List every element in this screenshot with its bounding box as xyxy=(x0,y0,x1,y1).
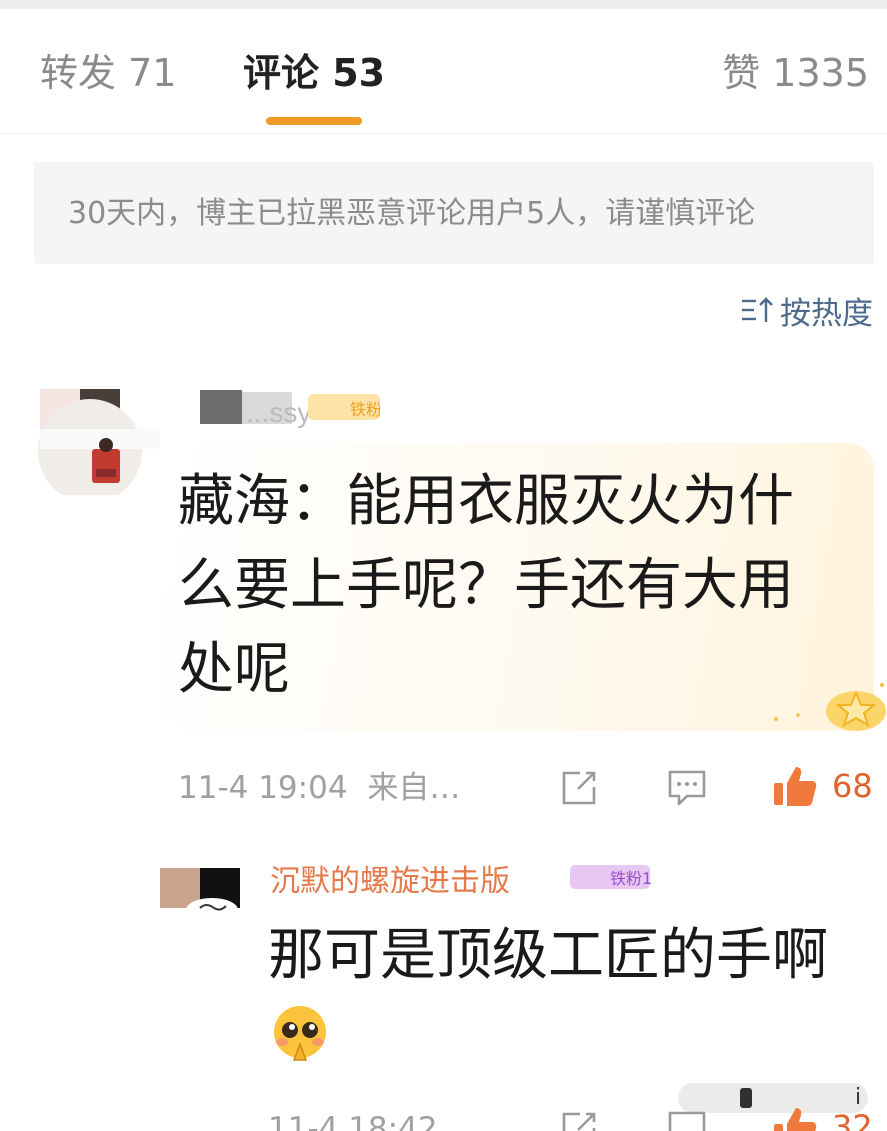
blurred-username: ...ssy 铁粉2 xyxy=(200,390,392,428)
reply-avatar-image xyxy=(160,868,240,922)
svg-text:铁粉1: 铁粉1 xyxy=(610,869,652,888)
reply-username[interactable]: 沉默的螺旋进击版 铁粉1 xyxy=(270,861,660,893)
tab-likes[interactable]: 赞 1335 xyxy=(722,49,869,97)
blurred-reply-username: 沉默的螺旋进击版 铁粉1 xyxy=(270,864,652,893)
reply-thumbs-up-icon xyxy=(774,1108,817,1131)
reply-comment-button-icon[interactable] xyxy=(667,1110,707,1131)
pleading-face-emoji-icon xyxy=(274,1006,326,1061)
notice-text: 30天内，博主已拉黑恶意评论用户5人，请谨慎评论 xyxy=(68,196,756,231)
svg-text:沉默的螺旋进击版: 沉默的螺旋进击版 xyxy=(270,864,510,893)
reply-text-content: 那可是顶级工匠的手啊 xyxy=(268,923,828,988)
avatar-image xyxy=(38,389,160,495)
svg-text:...ssy: ...ssy xyxy=(246,397,311,428)
tab-repost[interactable]: 转发 71 xyxy=(40,49,176,97)
reply-like-count: 32 xyxy=(832,1108,873,1131)
sort-icon xyxy=(742,297,773,322)
thumbs-up-icon xyxy=(774,767,817,806)
reply-timestamp: 11-4 18:42 xyxy=(268,1111,438,1131)
tab-comments[interactable]: 评论 53 xyxy=(243,49,385,97)
comment-username[interactable]: ...ssy 铁粉2 xyxy=(200,388,392,428)
reply-text: 那可是顶级工匠的手啊 xyxy=(268,914,848,1082)
tab-bar: 转发 71 评论 53 赞 1335 xyxy=(0,9,887,134)
reply-share-icon[interactable] xyxy=(560,1110,598,1131)
active-tab-indicator xyxy=(266,117,362,125)
share-icon[interactable] xyxy=(560,769,598,807)
comment-text: 藏海：能用衣服灭火为什么要上手呢？手还有大用处呢 xyxy=(178,469,794,702)
comment-source: 来自… xyxy=(367,770,461,806)
sort-by-hot-button[interactable]: 按热度 xyxy=(740,288,873,332)
toolbar-handle[interactable] xyxy=(740,1088,752,1108)
like-count: 68 xyxy=(832,767,873,805)
reply-meta: 11-4 18:42 xyxy=(268,1108,438,1131)
reply-comment-icon[interactable] xyxy=(667,769,707,807)
reply-avatar[interactable] xyxy=(160,868,240,922)
comment-meta: 11-4 19:04 来自… xyxy=(178,767,460,809)
hot-comment-badge-icon xyxy=(774,683,886,731)
avatar[interactable] xyxy=(36,389,160,495)
comment-timestamp: 11-4 19:04 xyxy=(178,770,348,806)
like-button[interactable]: 68 xyxy=(772,763,873,809)
top-divider-strip xyxy=(0,0,887,9)
svg-text:铁粉2: 铁粉2 xyxy=(350,400,380,419)
sort-label: 按热度 xyxy=(780,295,873,332)
weibo-comments-page: 转发 71 评论 53 赞 1335 30天内，博主已拉黑恶意评论用户5人，请谨… xyxy=(0,0,887,1131)
blocked-users-notice: 30天内，博主已拉黑恶意评论用户5人，请谨慎评论 xyxy=(34,162,874,264)
reply-like-button[interactable]: 32 xyxy=(772,1104,873,1131)
